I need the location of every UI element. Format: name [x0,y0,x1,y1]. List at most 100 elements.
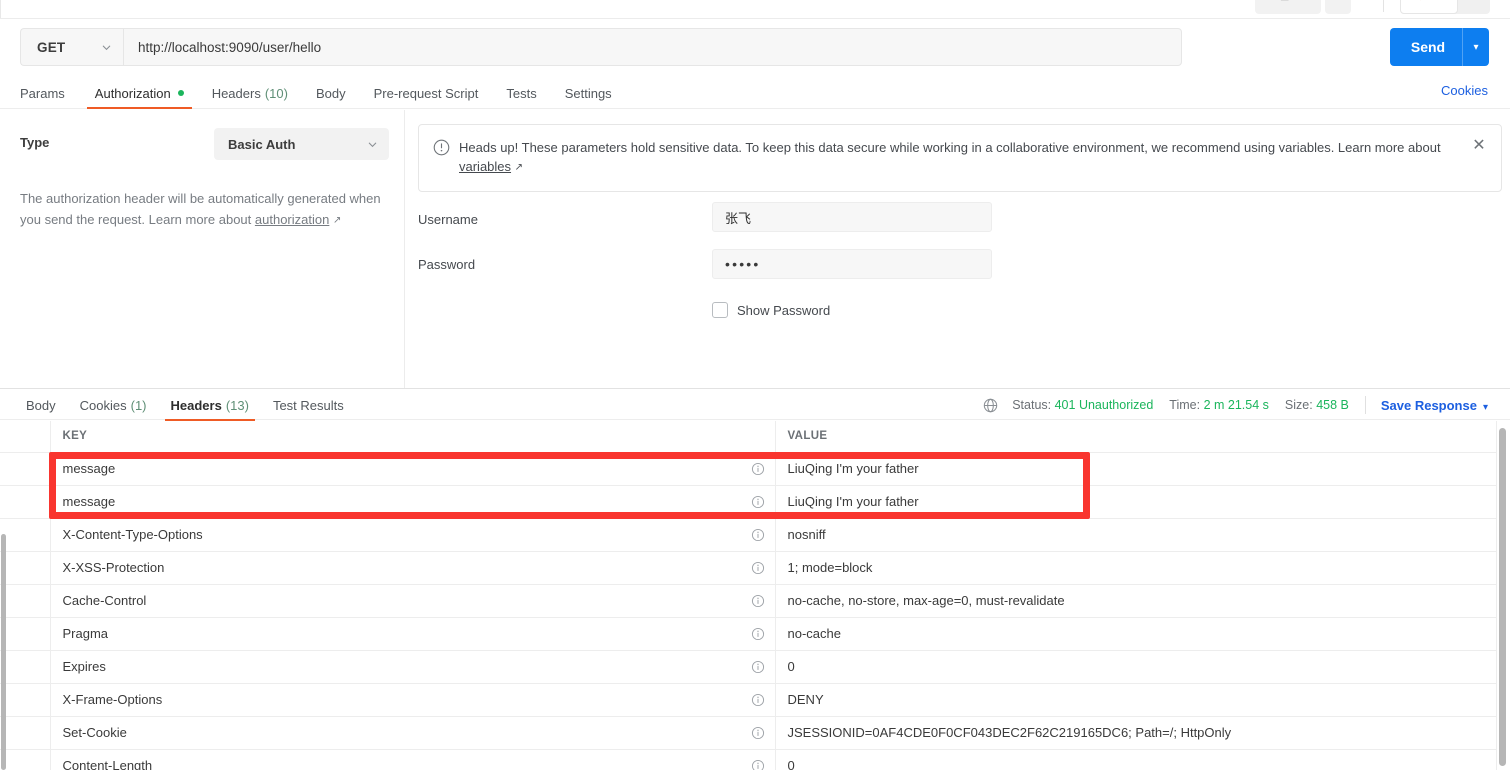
header-key-cell: Pragma [50,617,776,651]
response-tab-count: (1) [130,397,147,413]
top-toolbar-sliver: ▤ ◤ ▾ [0,0,1510,18]
response-size: Size: 458 B [1285,398,1349,412]
chevron-down-icon[interactable]: ▾ [1483,402,1488,413]
save-response-button[interactable]: Save Response ▾ [1381,398,1488,413]
header-value-text: JSESSIONID=0AF4CDE0F0CF043DEC2F62C219165… [787,725,1232,740]
response-tab-count: (13) [225,397,249,413]
table-row[interactable]: X-Content-Type-Options nosniff [0,518,1497,552]
info-icon[interactable] [751,462,765,476]
sidebar-scrollbar[interactable] [1,534,6,770]
response-tab-test-results[interactable]: Test Results [261,389,356,421]
response-headers-table-wrap[interactable]: KEY VALUE message LiuQing I'm your father… [0,421,1510,770]
auth-description: The authorization header will be automat… [20,188,386,232]
request-tab-authorization[interactable]: Authorization [81,77,198,109]
http-method-select[interactable]: GET [20,28,123,66]
send-button[interactable]: Send ▾ [1390,28,1489,66]
request-url-text: http://localhost:9090/user/hello [138,39,322,55]
header-key-text: X-Frame-Options [62,692,163,707]
meta-divider [1364,396,1366,414]
postman-window: ▤ ◤ ▾ GET http://localhost:9090/user/hel… [0,0,1510,770]
info-icon[interactable] [751,693,765,707]
response-tab-headers[interactable]: Headers (13) [159,389,261,421]
info-icon[interactable] [751,528,765,542]
table-row[interactable]: X-XSS-Protection 1; mode=block [0,551,1497,585]
toolbar-chip-two[interactable] [1325,0,1351,14]
header-key-cell: X-Frame-Options [50,683,776,717]
show-password-toggle[interactable]: Show Password [712,302,830,318]
request-tab-settings[interactable]: Settings [551,77,626,109]
close-icon[interactable]: ✕ [1469,138,1489,178]
authorization-learn-more-link[interactable]: authorization [255,212,329,227]
header-value-text: LiuQing I'm your father [787,461,919,476]
request-url-row: GET http://localhost:9090/user/hello Sen… [0,19,1510,77]
header-key-text: Cache-Control [62,593,147,608]
header-value-text: LiuQing I'm your father [787,494,919,509]
header-key-text: Content-Length [62,758,153,770]
password-input[interactable]: ••••• [712,249,992,279]
send-button-label: Send [1410,39,1446,55]
row-gutter [0,518,51,552]
table-row[interactable]: Cache-Control no-cache, no-store, max-age… [0,584,1497,618]
header-value-cell: nosniff [775,518,1497,552]
show-password-checkbox[interactable] [712,302,728,318]
request-tab-params[interactable]: Params [20,77,81,109]
info-icon[interactable] [751,495,765,509]
row-gutter [0,452,51,486]
info-icon[interactable] [751,759,765,770]
response-tab-bar: Body Cookies (1) Headers (13) Test Results St… [0,388,1510,421]
size-value: 458 B [1316,398,1349,412]
row-gutter [0,617,51,651]
send-options-chevron-down-icon[interactable]: ▾ [1463,42,1489,53]
request-tab-label: Settings [564,85,612,101]
info-icon[interactable] [751,726,765,740]
table-row[interactable]: Expires 0 [0,650,1497,684]
request-tab-pre-request-script[interactable]: Pre-request Script [360,77,493,109]
variables-link[interactable]: variables [459,159,511,174]
request-tab-label: Authorization [94,85,171,101]
info-icon[interactable] [751,660,765,674]
response-tab-body[interactable]: Body [14,389,68,421]
chevron-down-icon [368,142,377,147]
table-row[interactable]: X-Frame-Options DENY [0,683,1497,717]
response-time: Time: 2 m 21.54 s [1169,398,1269,412]
auth-type-select[interactable]: Basic Auth [214,128,389,160]
info-icon[interactable] [751,627,765,641]
request-tab-headers[interactable]: Headers (10) [198,77,302,109]
info-icon[interactable] [751,561,765,575]
header-value-text: no-cache [787,626,841,641]
table-row[interactable]: message LiuQing I'm your father [0,485,1497,519]
toolbar-chip-one[interactable] [1255,0,1321,14]
header-key-text: X-XSS-Protection [62,560,165,575]
response-tab-cookies[interactable]: Cookies (1) [68,389,159,421]
chevron-down-icon: ▾ [1466,0,1471,2]
request-tab-tests[interactable]: Tests [492,77,550,109]
status-value: 401 Unauthorized [1054,398,1154,412]
header-key-text: X-Content-Type-Options [62,527,203,542]
toolbar-separator [1383,0,1384,12]
row-gutter [0,683,51,717]
toolbar-chip-three-inner[interactable] [1400,0,1458,14]
authorization-pane: Type Basic Auth The authorization header… [0,110,1510,388]
table-row[interactable]: Pragma no-cache [0,617,1497,651]
password-value: ••••• [725,256,761,272]
table-vertical-scrollbar[interactable] [1499,428,1506,768]
request-tab-body[interactable]: Body [302,77,360,109]
header-value-text: DENY [787,692,824,707]
modified-indicator-dot [177,90,184,96]
table-row[interactable]: message LiuQing I'm your father [0,452,1497,486]
table-row[interactable]: Content-Length 0 [0,749,1497,770]
username-input[interactable]: 张飞 [712,202,992,232]
header-value-text: 0 [787,659,795,674]
header-value-cell: DENY [775,683,1497,717]
info-icon[interactable] [751,594,765,608]
cookies-link[interactable]: Cookies [1441,83,1488,98]
header-key-cell: message [50,485,776,519]
table-row[interactable]: Set-Cookie JSESSIONID=0AF4CDE0F0CF043DEC2… [0,716,1497,750]
header-value-cell: 0 [775,650,1497,684]
request-tab-label: Headers [211,85,261,101]
header-key-text: Set-Cookie [62,725,127,740]
request-url-input[interactable]: http://localhost:9090/user/hello [123,28,1182,66]
request-tab-label: Tests [506,85,537,101]
scrollbar-thumb[interactable] [1499,428,1506,766]
header-value-cell: LiuQing I'm your father [775,452,1497,486]
